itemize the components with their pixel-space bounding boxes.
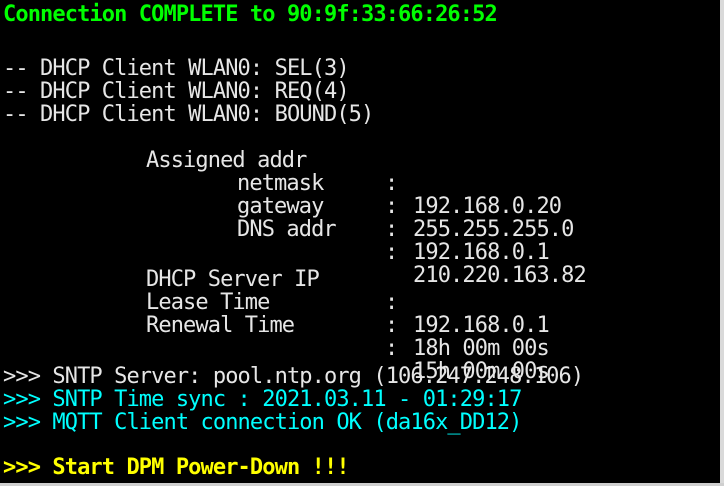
- lease-row-lease-time: Lease Time : 18h 00m 00s: [0, 268, 550, 360]
- row-value: 255.255.255.0: [413, 217, 574, 242]
- row-label: netmask: [237, 171, 324, 196]
- row-colon: :: [385, 336, 398, 361]
- dpm-power-down-line: >>> Start DPM Power-Down !!!: [3, 455, 350, 480]
- sntp-server-line: >>> SNTP Server: pool.ntp.org (106.247.2…: [3, 364, 584, 389]
- row-colon: :: [385, 171, 398, 196]
- row-colon: :: [385, 217, 398, 242]
- row-label: DNS addr: [237, 217, 337, 242]
- row-label: DHCP Server IP: [146, 267, 320, 292]
- row-value: 210.220.163.82: [413, 263, 587, 288]
- row-colon: :: [385, 194, 398, 219]
- row-value: 18h 00m 00s: [413, 336, 550, 361]
- row-label: Assigned addr: [146, 148, 307, 173]
- row-label: Lease Time: [146, 290, 270, 315]
- row-value: 192.168.0.1: [413, 240, 550, 265]
- row-colon: :: [385, 290, 398, 315]
- window-right-border: [720, 0, 724, 486]
- network-row-assigned-addr: Assigned addr : 192.168.0.20: [0, 126, 562, 218]
- network-row-dns-addr: DNS addr : 210.220.163.82: [0, 195, 587, 287]
- lease-row-renewal-time: Renewal Time : 15h 00m 00s: [0, 291, 550, 383]
- lease-row-dhcp-server-ip: DHCP Server IP : 192.168.0.1: [0, 245, 550, 337]
- dhcp-log-line: -- DHCP Client WLAN0: BOUND(5): [3, 102, 374, 127]
- dhcp-log-line: -- DHCP Client WLAN0: SEL(3): [3, 56, 350, 81]
- mqtt-connection-line: >>> MQTT Client connection OK (da16x_DD1…: [3, 410, 522, 435]
- row-value: 192.168.0.1: [413, 313, 550, 338]
- network-row-gateway: gateway : 192.168.0.1: [0, 172, 550, 264]
- dhcp-log-line: -- DHCP Client WLAN0: REQ(4): [3, 79, 350, 104]
- row-value: 192.168.0.20: [413, 194, 562, 219]
- network-row-netmask: netmask : 255.255.255.0: [0, 149, 574, 241]
- sntp-time-sync-line: >>> SNTP Time sync : 2021.03.11 - 01:29:…: [3, 387, 522, 412]
- connection-status-line: Connection COMPLETE to 90:9f:33:66:26:52: [3, 2, 498, 27]
- row-colon: :: [385, 240, 398, 265]
- terminal-window: Connection COMPLETE to 90:9f:33:66:26:52…: [0, 0, 724, 486]
- row-colon: :: [385, 313, 398, 338]
- row-label: Renewal Time: [146, 313, 295, 338]
- row-label: gateway: [237, 194, 324, 219]
